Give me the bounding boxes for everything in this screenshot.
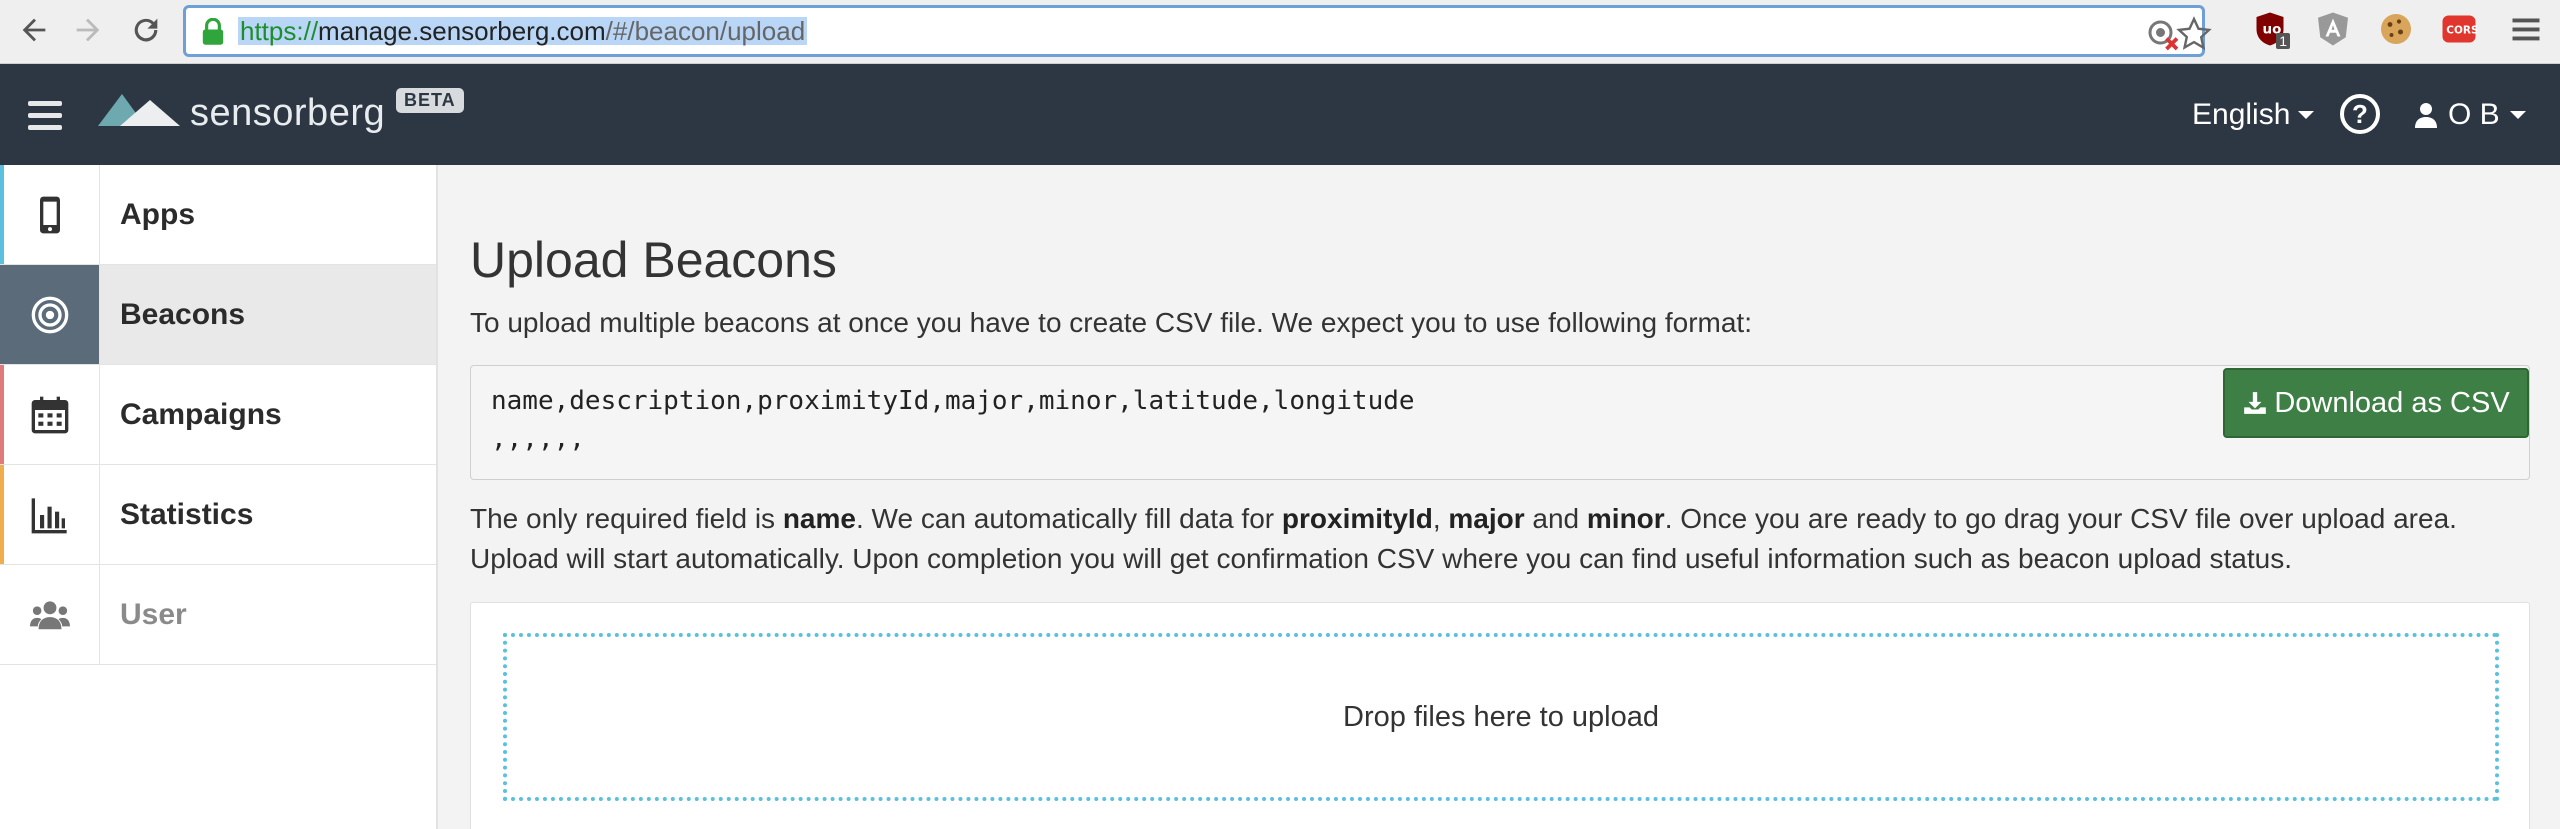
calendar-icon [31, 396, 68, 433]
user-icon [2415, 103, 2437, 128]
cors-icon: CORS [2442, 15, 2477, 43]
sidebar-item-label: Campaigns [120, 397, 282, 431]
intro-text: To upload multiple beacons at once you h… [470, 307, 1752, 338]
instructions-text: The only required field is name. We can … [470, 499, 2530, 579]
arrow-left-icon [22, 18, 46, 42]
sidebar-item-label: Apps [120, 197, 195, 231]
cookie-extension[interactable] [2376, 9, 2416, 49]
sensorberg-logo-icon[interactable] [98, 86, 184, 140]
back-button[interactable] [14, 10, 54, 50]
main-content: Upload Beacons To upload multiple beacon… [470, 165, 2530, 829]
url-text[interactable]: https://manage.sensorberg.com/#/beacon/u… [238, 16, 808, 46]
language-dropdown[interactable]: English [2192, 98, 2315, 132]
angular-extension[interactable] [2313, 9, 2353, 49]
sidebar-item-user[interactable]: User [0, 565, 436, 665]
bar-chart-icon [31, 497, 67, 533]
note-bold: proximityId [1281, 503, 1433, 534]
sidebar-item-campaigns[interactable]: Campaigns [0, 365, 436, 465]
angular-icon [2318, 12, 2348, 46]
csv-header-line: name,description,proximityId,major,minor… [491, 386, 1415, 416]
user-initials: O B [2448, 98, 2500, 131]
note-text: and [1524, 503, 1587, 534]
sidebar-item-beacons[interactable]: Beacons [0, 265, 436, 365]
sidebar-accent [0, 465, 4, 564]
mobile-icon [39, 196, 60, 233]
sidebar-accent [0, 165, 4, 264]
page-title: Upload Beacons [470, 232, 837, 288]
star-icon[interactable] [2176, 16, 2212, 52]
note-text: . We can automatically fill data for [855, 503, 1282, 534]
file-dropzone[interactable]: Drop files here to upload [503, 633, 2499, 801]
sidebar-item-label: User [120, 597, 187, 631]
note-bold: minor [1586, 503, 1665, 534]
arrow-right-icon [76, 18, 100, 42]
beta-badge: BETA [396, 88, 464, 113]
language-label: English [2192, 98, 2291, 131]
help-button[interactable]: ? [2340, 94, 2380, 134]
browser-menu-button[interactable] [2506, 9, 2546, 49]
browser-toolbar: https://manage.sensorberg.com/#/beacon/u… [0, 0, 2560, 64]
cors-label: CORS [2446, 25, 2477, 37]
sidebar-item-statistics[interactable]: Statistics [0, 465, 436, 565]
dropzone-label: Drop files here to upload [1343, 700, 1659, 733]
note-text: , [1432, 503, 1449, 534]
download-icon [2244, 392, 2267, 414]
lock-icon [202, 18, 224, 45]
download-label: Download as CSV [2274, 386, 2510, 419]
reload-button[interactable] [126, 10, 166, 50]
note-bold: major [1448, 503, 1525, 534]
hamburger-menu-icon [2512, 18, 2540, 41]
sidebar-item-label: Beacons [120, 297, 246, 331]
download-csv-button[interactable]: Download as CSV [2223, 368, 2529, 438]
cors-extension[interactable]: CORS [2439, 9, 2479, 49]
forward-button[interactable] [68, 10, 108, 50]
location-blocked-icon[interactable] [2144, 16, 2180, 52]
reload-icon [134, 18, 158, 42]
ublock-badge: 1 [2276, 33, 2290, 49]
user-menu-dropdown[interactable]: O B [2414, 98, 2526, 132]
beacon-icon [31, 296, 68, 333]
question-icon: ? [2352, 98, 2368, 129]
sidebar-item-apps[interactable]: Apps [0, 165, 436, 265]
chevron-down-icon [2509, 111, 2526, 119]
chevron-down-icon [2298, 111, 2315, 119]
sidebar-accent [0, 365, 4, 464]
note-bold: name [782, 503, 856, 534]
note-text: The only required field is [470, 503, 783, 534]
ublock-extension[interactable]: uo 1 [2250, 9, 2290, 49]
sidebar-item-label: Statistics [120, 497, 254, 531]
csv-format-example: name,description,proximityId,major,minor… [470, 365, 2530, 480]
cookie-icon [2381, 14, 2411, 44]
url-path: /#/beacon/upload [605, 16, 806, 46]
address-bar[interactable]: https://manage.sensorberg.com/#/beacon/u… [183, 5, 2212, 57]
csv-row-line: ,,,,,, [491, 424, 585, 454]
url-host: manage.sensorberg.com [318, 16, 606, 46]
url-scheme: https:// [240, 16, 319, 46]
sidebar: Apps Beacons Campaigns Statistics User [0, 165, 438, 829]
upload-panel: Drop files here to upload [470, 602, 2530, 829]
brand-name[interactable]: sensorberg [190, 92, 385, 135]
sidebar-toggle-button[interactable] [28, 101, 66, 131]
users-icon [29, 600, 70, 629]
app-header: sensorberg BETA English ? O B [0, 64, 2560, 165]
